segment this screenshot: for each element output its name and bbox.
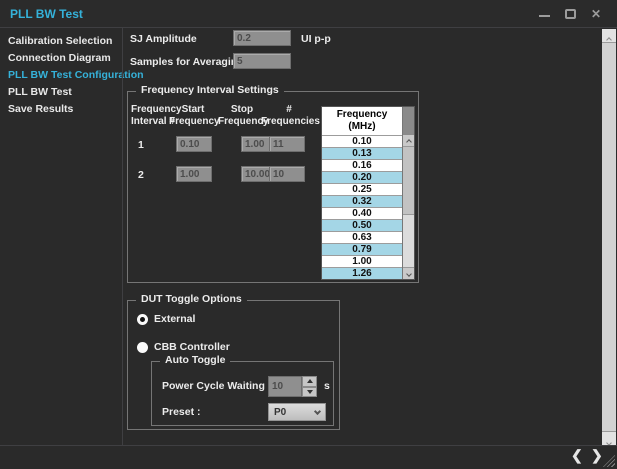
frequency-table-header: Frequency (MHz) (322, 107, 402, 135)
title-bar: PLL BW Test ✕ (0, 0, 617, 28)
external-radio-label[interactable]: External (154, 313, 195, 325)
sidebar-item-calibration-selection[interactable]: Calibration Selection (0, 33, 122, 50)
table-row: 0.40 (322, 207, 402, 219)
chevron-up-icon (606, 37, 612, 43)
table-row: 0.79 (322, 243, 402, 255)
samples-for-averaging-input[interactable] (233, 53, 291, 69)
sidebar: Calibration Selection Connection Diagram… (0, 33, 122, 118)
table-row: 0.13 (322, 147, 402, 159)
close-button[interactable]: ✕ (588, 6, 606, 22)
frequency-table-rows: 0.10 0.13 0.16 0.20 0.25 0.32 0.40 0.50 … (322, 135, 402, 279)
frequency-table: Frequency (MHz) 0.10 0.13 0.16 0.20 0.25… (321, 106, 415, 280)
power-cycle-waiting-spinner (268, 376, 317, 397)
chevron-up-icon (406, 139, 412, 145)
window-title: PLL BW Test (10, 7, 83, 21)
preset-dropdown-value: P0 (274, 407, 286, 418)
triangle-up-icon (307, 379, 313, 383)
table-row: 0.25 (322, 183, 402, 195)
table-row: 0.20 (322, 171, 402, 183)
table-row: 0.16 (322, 159, 402, 171)
maximize-icon (565, 9, 576, 19)
scroll-up-button[interactable] (602, 29, 616, 43)
sj-amplitude-unit: UI p-p (301, 33, 331, 45)
scrollbar-thumb[interactable] (403, 147, 414, 215)
frequency-table-corner (402, 107, 414, 135)
preset-dropdown[interactable]: P0 (268, 403, 326, 421)
next-page-button[interactable]: ❯ (591, 447, 603, 464)
power-cycle-waiting-label: Power Cycle Waiting : (162, 380, 271, 392)
interval-2-number: 2 (138, 169, 144, 181)
interval-1-num-input[interactable] (269, 136, 305, 152)
footer-divider (0, 445, 617, 446)
power-cycle-waiting-input[interactable] (268, 376, 302, 397)
column-header-stop-frequency: Stop Frequency (218, 104, 266, 128)
main-scrollbar[interactable] (602, 29, 616, 445)
maximize-button[interactable] (562, 6, 580, 22)
scroll-up-button[interactable] (403, 135, 414, 147)
frequency-table-scrollbar[interactable] (402, 135, 414, 279)
spinner-down-button[interactable] (302, 387, 317, 398)
auto-toggle-title: Auto Toggle (160, 354, 230, 366)
interval-1-start-input[interactable] (176, 136, 212, 152)
column-header-start-frequency: Start Frequency (169, 104, 217, 128)
frequency-table-header-row: Frequency (MHz) (322, 107, 414, 135)
table-row: 1.26 (322, 267, 402, 279)
sidebar-divider (122, 28, 123, 445)
resize-grip-icon[interactable] (603, 455, 615, 467)
column-header-num-frequencies: # Frequencies (261, 104, 317, 128)
sidebar-item-pll-bw-test-configuration[interactable]: PLL BW Test Configuration (0, 67, 122, 84)
auto-toggle-group: Auto Toggle Power Cycle Waiting : s Pres… (151, 361, 334, 426)
minimize-icon (539, 15, 550, 17)
chevron-down-icon (406, 271, 412, 277)
table-row: 0.10 (322, 135, 402, 147)
external-radio[interactable] (137, 314, 148, 325)
previous-page-button[interactable]: ❮ (571, 447, 583, 464)
sidebar-item-pll-bw-test[interactable]: PLL BW Test (0, 84, 122, 101)
frequency-interval-settings-title: Frequency Interval Settings (136, 84, 284, 96)
triangle-down-icon (307, 390, 313, 394)
chevron-down-icon (314, 408, 321, 415)
scroll-down-button[interactable] (602, 431, 616, 445)
scroll-down-button[interactable] (403, 267, 414, 279)
scrollbar-thumb[interactable] (602, 43, 616, 431)
interval-1-number: 1 (138, 139, 144, 151)
preset-label: Preset : (162, 406, 201, 418)
table-row: 0.63 (322, 231, 402, 243)
cbb-controller-radio[interactable] (137, 342, 148, 353)
dut-toggle-options-title: DUT Toggle Options (136, 293, 247, 305)
table-row: 0.32 (322, 195, 402, 207)
sj-amplitude-label: SJ Amplitude (130, 33, 197, 45)
sj-amplitude-input[interactable] (233, 30, 291, 46)
frequency-interval-settings-group: Frequency Interval Settings Frequency In… (127, 91, 419, 283)
interval-2-start-input[interactable] (176, 166, 212, 182)
sidebar-item-connection-diagram[interactable]: Connection Diagram (0, 50, 122, 67)
spinner-up-button[interactable] (302, 376, 317, 387)
power-cycle-waiting-unit: s (324, 380, 330, 392)
close-icon: ✕ (591, 7, 601, 21)
minimize-button[interactable] (536, 6, 554, 22)
cbb-controller-radio-label[interactable]: CBB Controller (154, 341, 230, 353)
sidebar-item-save-results[interactable]: Save Results (0, 101, 122, 118)
table-row: 1.00 (322, 255, 402, 267)
table-row: 0.50 (322, 219, 402, 231)
dut-toggle-options-group: DUT Toggle Options External CBB Controll… (127, 300, 340, 430)
samples-for-averaging-label: Samples for Averaging (130, 56, 244, 68)
interval-2-num-input[interactable] (269, 166, 305, 182)
